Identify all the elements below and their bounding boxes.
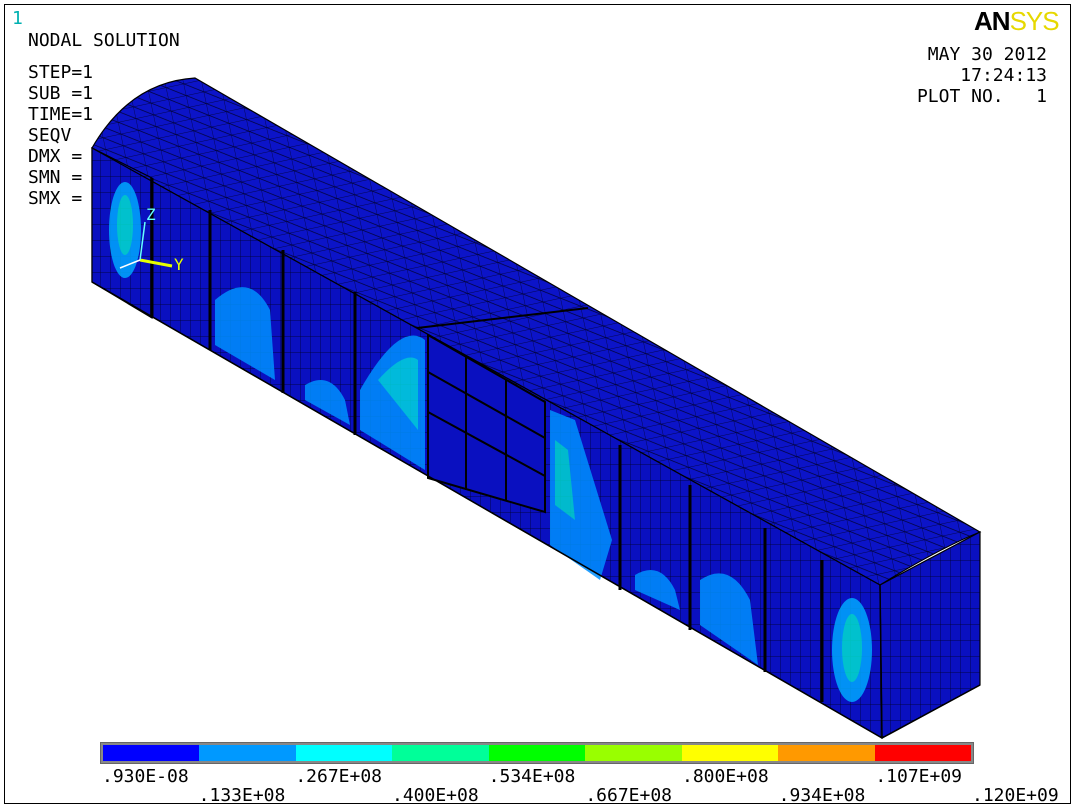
- info-smx: SMX =: [28, 188, 83, 209]
- boxcar-model[interactable]: [0, 0, 1077, 810]
- legend-label-top: .800E+08: [682, 766, 769, 787]
- legend-label-top: .107E+09: [875, 766, 963, 787]
- info-sub: SUB =1: [28, 83, 94, 104]
- info-dmx: DMX =: [28, 146, 83, 167]
- plot-time: 17:24:13: [960, 65, 1047, 86]
- legend-swatch: [874, 745, 971, 761]
- axis-y-label: Y: [174, 255, 184, 274]
- legend-swatch: [392, 745, 489, 761]
- legend-swatch: [681, 745, 779, 761]
- info-seqv: SEQV: [28, 125, 72, 146]
- legend-label-top: .267E+08: [295, 766, 383, 787]
- legend-label-bottom: .667E+08: [585, 785, 673, 806]
- legend-label-bottom: .120E+09: [972, 785, 1059, 806]
- contour-legend: [100, 742, 974, 764]
- plot-title: NODAL SOLUTION: [28, 30, 180, 51]
- legend-swatch: [199, 745, 296, 761]
- legend-swatch: [778, 745, 875, 761]
- plot-date: MAY 30 2012: [927, 44, 1047, 65]
- ansys-logo: ANSYS: [974, 6, 1060, 36]
- legend-swatch: [585, 745, 682, 761]
- legend-label-bottom: .400E+08: [392, 785, 479, 806]
- legend-label-bottom: .934E+08: [778, 785, 866, 806]
- legend-swatch: [103, 745, 200, 761]
- info-step: STEP=1: [28, 62, 94, 83]
- axis-z-label: Z: [146, 205, 156, 224]
- legend-label-top: .534E+08: [488, 766, 576, 787]
- legend-label-top: .930E-08: [102, 766, 189, 787]
- legend-swatch: [295, 745, 393, 761]
- info-smn: SMN =: [28, 167, 83, 188]
- legend-swatch: [488, 745, 586, 761]
- window-number: 1: [12, 8, 23, 29]
- info-time: TIME=1: [28, 104, 94, 125]
- plot-number: PLOT NO. 1: [916, 86, 1047, 107]
- legend-label-bottom: .133E+08: [198, 785, 286, 806]
